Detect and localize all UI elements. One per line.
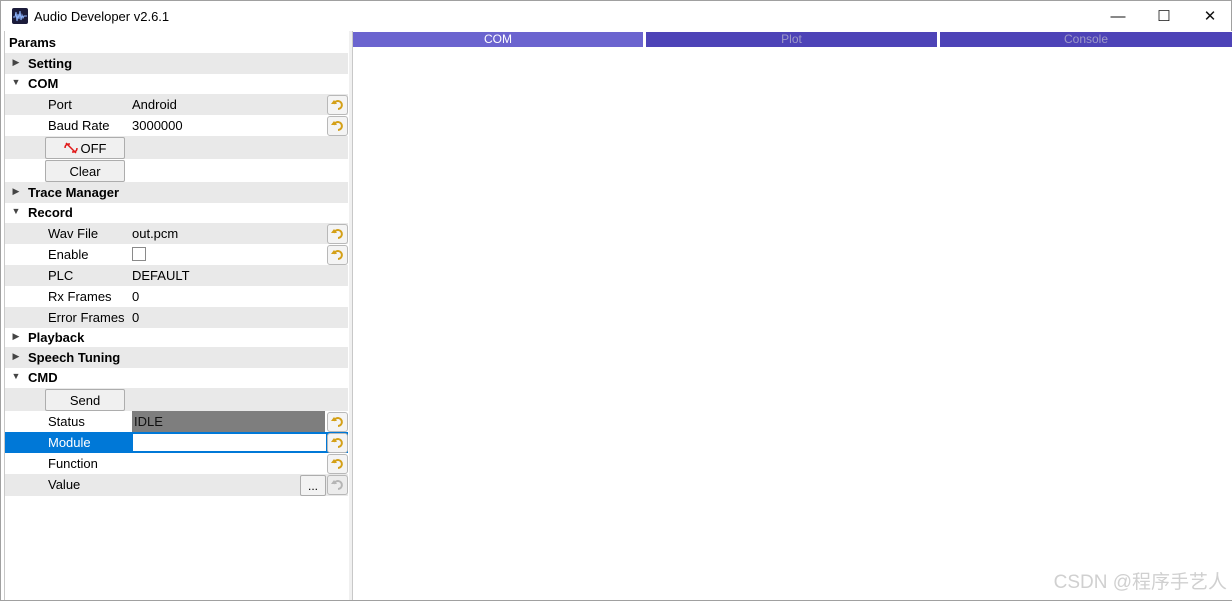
expand-arrow-icon[interactable]: ▶	[11, 57, 21, 68]
browse-button[interactable]: ...	[300, 475, 326, 496]
reset-button[interactable]	[327, 116, 348, 136]
undo-icon	[330, 100, 343, 110]
undo-icon	[330, 438, 343, 448]
expand-arrow-icon[interactable]: ▶	[11, 331, 21, 342]
group-playback[interactable]: ▶ Playback	[5, 327, 348, 348]
group-label: Speech Tuning	[28, 350, 121, 365]
maximize-icon: ☐	[1157, 8, 1171, 25]
property-row-plc[interactable]: PLC DEFAULT	[5, 265, 348, 286]
property-value[interactable]: out.pcm	[132, 226, 178, 241]
group-label: Playback	[28, 330, 85, 345]
property-row-function[interactable]: Function	[5, 453, 348, 474]
minimize-button[interactable]: —	[1095, 1, 1141, 31]
collapse-arrow-icon[interactable]: ▼	[11, 371, 21, 381]
property-row-enable[interactable]: Enable	[5, 244, 348, 265]
property-label: Status	[48, 414, 85, 429]
property-label: Enable	[48, 247, 89, 262]
collapse-arrow-icon[interactable]: ▼	[11, 77, 21, 87]
app-window: Audio Developer v2.6.1 — ☐ ✕ Params ▶ Se…	[0, 0, 1232, 601]
window-title: Audio Developer v2.6.1	[34, 9, 170, 24]
property-label: Rx Frames	[48, 289, 112, 304]
group-com[interactable]: ▼ COM	[5, 73, 348, 94]
reset-button[interactable]	[327, 95, 348, 115]
expand-arrow-icon[interactable]: ▶	[11, 186, 21, 197]
disconnected-link-icon	[63, 142, 78, 154]
close-icon: ✕	[1203, 8, 1217, 25]
undo-icon	[330, 229, 343, 239]
close-button[interactable]: ✕	[1187, 1, 1232, 31]
property-row-value[interactable]: Value ...	[5, 474, 348, 496]
tab-com[interactable]: COM	[353, 32, 643, 47]
property-label: Error Frames	[48, 310, 125, 325]
group-label: Trace Manager	[28, 185, 120, 200]
property-value[interactable]: Android	[132, 97, 177, 112]
main-area: COM Plot Console	[352, 31, 1232, 600]
reset-button[interactable]	[327, 224, 348, 244]
params-header: Params	[9, 35, 56, 50]
watermark: CSDN @程序手艺人	[1053, 572, 1227, 593]
status-text: IDLE	[134, 414, 163, 429]
params-panel: Params ▶ Setting ▼ COM Port Android Baud…	[4, 31, 350, 600]
property-label: Module	[48, 435, 91, 450]
property-row-port[interactable]: Port Android	[5, 94, 348, 115]
reset-button-disabled	[327, 475, 348, 495]
enable-checkbox[interactable]	[132, 247, 146, 261]
property-label: Baud Rate	[48, 118, 110, 133]
property-value[interactable]: 3000000	[132, 118, 183, 133]
tab-console[interactable]: Console	[940, 32, 1232, 47]
com-toggle-label: OFF	[80, 140, 107, 156]
property-value: 0	[132, 310, 140, 325]
property-value: 0	[132, 289, 140, 304]
undo-icon	[330, 480, 343, 490]
group-record[interactable]: ▼ Record	[5, 202, 348, 223]
group-setting[interactable]: ▶ Setting	[5, 53, 348, 74]
module-input[interactable]	[132, 433, 327, 452]
send-button[interactable]: Send	[45, 389, 125, 411]
property-label: Wav File	[48, 226, 99, 241]
expand-arrow-icon[interactable]: ▶	[11, 351, 21, 362]
group-label: Setting	[28, 56, 73, 71]
group-label: Record	[28, 205, 73, 220]
group-cmd[interactable]: ▼ CMD	[5, 367, 348, 388]
maximize-button[interactable]: ☐	[1141, 1, 1187, 31]
clear-button[interactable]: Clear	[45, 160, 125, 182]
property-value[interactable]: DEFAULT	[132, 268, 190, 283]
property-row-toggle: OFF	[5, 136, 348, 159]
property-row-error-frames[interactable]: Error Frames 0	[5, 307, 348, 328]
collapse-arrow-icon[interactable]: ▼	[11, 206, 21, 216]
group-speech-tuning[interactable]: ▶ Speech Tuning	[5, 347, 348, 368]
property-row-status[interactable]: Status IDLE	[5, 411, 348, 432]
undo-icon	[330, 121, 343, 131]
com-toggle-button[interactable]: OFF	[45, 137, 125, 159]
property-label: Value	[48, 477, 81, 492]
title-bar: Audio Developer v2.6.1 — ☐ ✕	[1, 1, 1231, 31]
status-value: IDLE	[132, 411, 325, 432]
property-label: Port	[48, 97, 72, 112]
property-row-wav-file[interactable]: Wav File out.pcm	[5, 223, 348, 244]
property-label: PLC	[48, 268, 74, 283]
undo-icon	[330, 417, 343, 427]
property-label: Function	[48, 456, 98, 471]
undo-icon	[330, 250, 343, 260]
reset-button[interactable]	[327, 412, 348, 432]
group-trace-manager[interactable]: ▶ Trace Manager	[5, 182, 348, 203]
tab-plot[interactable]: Plot	[646, 32, 937, 47]
app-logo-icon	[12, 8, 28, 24]
reset-button[interactable]	[327, 454, 348, 474]
property-row-baud-rate[interactable]: Baud Rate 3000000	[5, 115, 348, 136]
reset-button[interactable]	[327, 245, 348, 265]
group-label: CMD	[28, 370, 58, 385]
property-row-clear: Clear	[5, 159, 348, 182]
property-row-send: Send	[5, 388, 348, 411]
property-row-rx-frames[interactable]: Rx Frames 0	[5, 286, 348, 307]
undo-icon	[330, 459, 343, 469]
group-label: COM	[28, 76, 59, 91]
reset-button[interactable]	[327, 433, 348, 453]
minimize-icon: —	[1110, 7, 1126, 25]
property-row-module[interactable]: Module	[5, 432, 348, 453]
